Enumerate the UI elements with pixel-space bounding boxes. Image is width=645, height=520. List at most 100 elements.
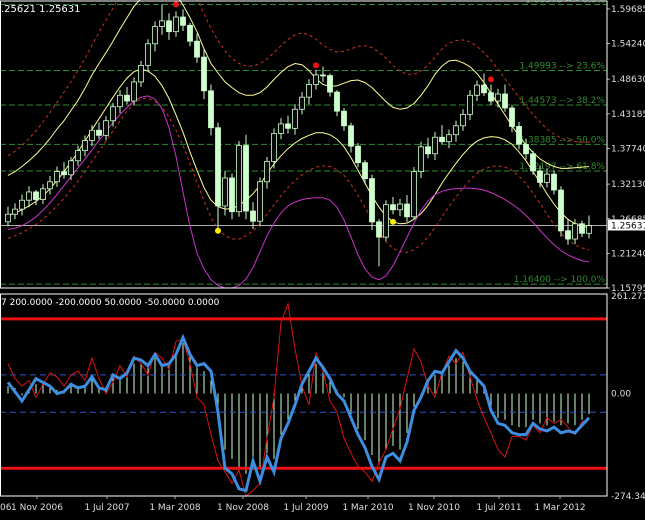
cci-tick-label: 0.00 — [611, 390, 631, 400]
indicator-panel-header: 7 200.0000 -200.0000 50.0000 -50.0000 0.… — [1, 298, 220, 308]
candle-body — [33, 191, 39, 200]
sell-signal-dot — [488, 76, 494, 83]
candle-body — [75, 150, 81, 162]
candle-body — [397, 203, 403, 211]
chart-canvas: 1.60370 --> 0.0%1.49993 --> 23.6%1.44573… — [0, 0, 645, 513]
candle-body — [208, 90, 214, 129]
candle-body — [19, 199, 25, 210]
x-tick-label: 1 Nov 2008 — [217, 503, 269, 513]
candle-body — [166, 20, 172, 33]
sell-signal-dot — [173, 1, 179, 8]
candle-body — [82, 140, 88, 152]
y-tick-label: 1.32130 — [611, 180, 645, 190]
candle-body — [348, 125, 354, 147]
candle-body — [180, 16, 186, 26]
fib-level-label: 1.44573 --> 38.2% — [519, 96, 605, 106]
candle-body — [26, 191, 32, 201]
candle-body — [334, 91, 340, 112]
y-tick-label: 1.48630 — [611, 75, 645, 85]
candle-body — [194, 40, 200, 58]
candle-body — [12, 208, 18, 215]
candle-body — [460, 113, 466, 127]
candle-body — [404, 203, 410, 218]
candle-body — [250, 210, 256, 222]
candle-body — [530, 153, 536, 172]
candle-body — [306, 84, 312, 98]
chart-window: 1.60370 --> 0.0% 1.49993 --> 23.6% 1.44573… — [0, 0, 645, 516]
x-tick-label: 1 Jul 2009 — [283, 503, 328, 513]
x-tick-label: 1 Nov 2010 — [408, 503, 460, 513]
x-tick-label: 1 Mar 2010 — [342, 503, 394, 513]
candle-body — [61, 171, 67, 176]
candle-body — [586, 225, 592, 234]
x-tick-label-edge: 06 — [0, 503, 12, 513]
candle-body — [320, 74, 326, 77]
cci-panel — [0, 301, 607, 498]
candle-body — [439, 136, 445, 143]
candle-body — [285, 123, 291, 129]
candle-body — [299, 96, 305, 110]
price-panel-header: .25621 1.25631 — [1, 4, 81, 15]
candle-body — [271, 133, 277, 162]
x-tick-label: 1 Jul 2007 — [84, 503, 129, 513]
cci-tick-label: 261.2717 — [611, 292, 645, 302]
candle-body — [131, 81, 137, 102]
cci-tick-label: -274.346 — [611, 492, 645, 502]
sell-signal-dot — [313, 62, 319, 69]
buy-signal-dot — [215, 227, 221, 234]
candle-body — [446, 134, 452, 143]
candle-body — [152, 26, 158, 45]
candle-body — [138, 64, 144, 83]
candle-body — [145, 43, 151, 66]
inner-upper-envelope — [7, 0, 590, 176]
candle-body — [243, 145, 249, 212]
candle-body — [411, 171, 417, 218]
candle-body — [572, 223, 578, 240]
candle-body — [96, 129, 102, 136]
candle-body — [467, 94, 473, 115]
candle-body — [390, 204, 396, 211]
inner-lower-envelope — [7, 68, 590, 229]
candle-body — [418, 146, 424, 173]
candle-body — [222, 177, 228, 207]
candle-body — [236, 145, 242, 213]
candle-body — [516, 126, 522, 145]
outer-upper-envelope — [7, 0, 589, 157]
candle-body — [278, 123, 284, 134]
candle-body — [502, 93, 508, 109]
candle-body — [47, 181, 53, 190]
candle-body — [159, 20, 165, 27]
y-tick-label: 1.59685 — [611, 5, 645, 15]
candle-body — [453, 125, 459, 136]
candle-body — [341, 110, 347, 127]
candle-body — [54, 171, 60, 183]
candle-body — [117, 94, 123, 108]
candle-body — [432, 136, 438, 155]
candle-body — [5, 213, 11, 223]
candle-body — [369, 178, 375, 223]
candle-body — [327, 75, 333, 93]
candle-body — [187, 24, 193, 42]
x-tick-label: 1 Mar 2008 — [149, 503, 201, 513]
candle-body — [474, 84, 480, 96]
candle-body — [551, 173, 557, 191]
candle-body — [537, 170, 543, 183]
candle-body — [355, 145, 361, 164]
buy-signal-dot — [390, 218, 396, 225]
candle-body — [565, 230, 571, 240]
fib-level-label: 1.49993 --> 23.6% — [519, 62, 605, 72]
y-tick-label: 1.21240 — [611, 249, 645, 259]
candle-body — [292, 108, 298, 129]
candle-body — [544, 173, 550, 183]
candle-body — [124, 94, 130, 102]
candle-body — [488, 92, 494, 102]
fib-level-label: 1.16400 --> 100.0% — [514, 275, 606, 285]
candle-body — [313, 74, 319, 85]
candle-body — [89, 129, 95, 141]
candle-body — [257, 181, 263, 222]
candle-body — [103, 120, 109, 136]
fib-level-label: 1.38385 --> 50.0% — [519, 135, 605, 145]
price-panel: 1.60370 --> 0.0%1.49993 --> 23.6%1.44573… — [0, 0, 607, 289]
outer-lower-envelope — [7, 97, 590, 253]
x-tick-label: 1 Jul 2011 — [476, 503, 521, 513]
